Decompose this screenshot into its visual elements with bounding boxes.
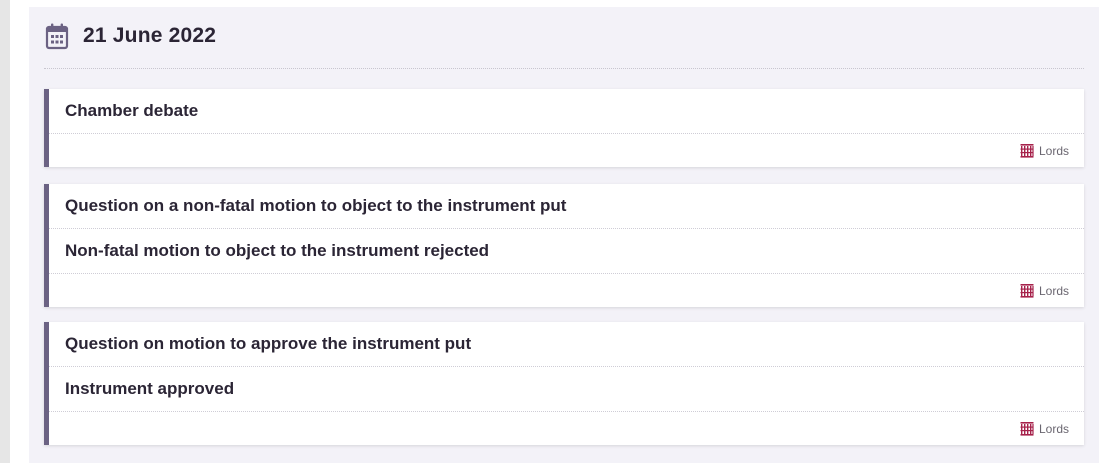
business-item-title: Question on motion to approve the instru… [49,322,1084,367]
house-tag: Lords [49,412,1084,445]
left-rail [0,0,10,463]
portcullis-icon [1020,284,1034,298]
date-heading: 21 June 2022 [45,21,216,51]
date-heading-text: 21 June 2022 [83,24,217,47]
portcullis-icon [1020,144,1034,158]
house-label: Lords [1038,283,1069,298]
header-divider [44,68,1084,69]
business-item-title: Non-fatal motion to object to the instru… [49,229,1084,274]
house-tag: Lords [49,134,1084,167]
timeline-day-panel: 21 June 2022 Chamber debate Lords Questi… [29,7,1099,463]
house-label: Lords [1038,421,1069,436]
house-tag: Lords [49,274,1084,307]
business-item-title: Question on a non-fatal motion to object… [49,184,1084,229]
business-item-title: Instrument approved [49,367,1084,412]
business-item-card: Chamber debate Lords [44,89,1084,167]
portcullis-icon [1020,422,1034,436]
business-item-card: Question on a non-fatal motion to object… [44,184,1084,307]
calendar-icon [45,23,69,50]
business-item-card: Question on motion to approve the instru… [44,322,1084,445]
business-item-title: Chamber debate [49,89,1084,134]
house-label: Lords [1038,143,1069,158]
